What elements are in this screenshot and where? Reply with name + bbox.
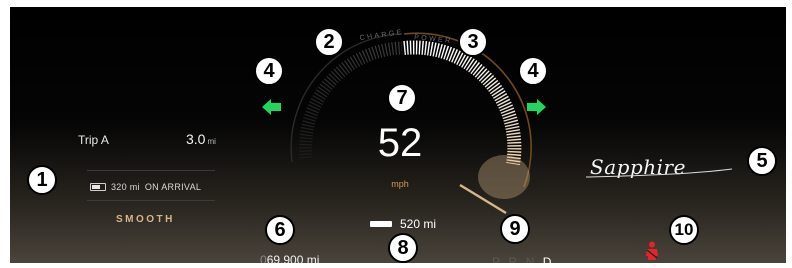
charge-label: CHARGE xyxy=(359,29,404,42)
trip-unit: mi xyxy=(207,137,216,146)
gear-n: N xyxy=(525,255,535,263)
trip-label: Trip A xyxy=(78,133,109,147)
brand-swoosh xyxy=(585,168,733,178)
odometer-value: 69,900 mi xyxy=(266,253,320,263)
gear-r: R xyxy=(508,255,518,263)
battery-icon xyxy=(90,183,106,191)
speed-unit: mph xyxy=(391,179,409,189)
seatbelt-warning-icon xyxy=(646,241,658,260)
odometer-leading: 0 xyxy=(260,253,267,263)
arrival-range-value: 320 mi xyxy=(111,182,140,192)
battery-range-value: 520 mi xyxy=(400,217,437,231)
gear-d: D xyxy=(542,255,552,263)
trip-distance: 3.0 mi xyxy=(186,131,216,149)
left-turn-signal-icon xyxy=(262,99,281,115)
battery-bar-icon xyxy=(370,221,392,227)
callout-6: 6 xyxy=(265,215,295,245)
range-on-arrival: 320 mi ON ARRIVAL xyxy=(90,181,201,193)
callout-8: 8 xyxy=(388,233,418,263)
callout-10: 10 xyxy=(669,215,699,245)
needle-glow xyxy=(478,155,530,199)
right-turn-signal-icon xyxy=(527,99,546,115)
callout-4-right: 4 xyxy=(518,56,548,86)
callout-9: 9 xyxy=(500,214,530,244)
arrival-range-suffix: ON ARRIVAL xyxy=(144,182,202,192)
callout-4-left: 4 xyxy=(254,56,284,86)
instrument-cluster: CHARGE POWER Trip A 3.0 mi 320 mi ON ARRI… xyxy=(10,7,786,263)
odometer: 069,900 mi xyxy=(260,253,319,263)
callout-2: 2 xyxy=(314,27,344,57)
callout-1: 1 xyxy=(27,165,57,195)
divider-bottom xyxy=(87,200,215,201)
battery-range: 520 mi xyxy=(370,217,436,231)
trip-value: 3.0 xyxy=(186,131,206,147)
divider-top xyxy=(87,170,215,171)
callout-5: 5 xyxy=(747,146,777,176)
callout-7: 7 xyxy=(387,83,417,113)
speed-value: 52 xyxy=(377,121,423,165)
callout-3: 3 xyxy=(458,27,488,57)
gear-selector: P R N D xyxy=(492,253,555,263)
gear-p: P xyxy=(492,255,501,263)
drive-mode: SMOOTH xyxy=(116,214,175,225)
